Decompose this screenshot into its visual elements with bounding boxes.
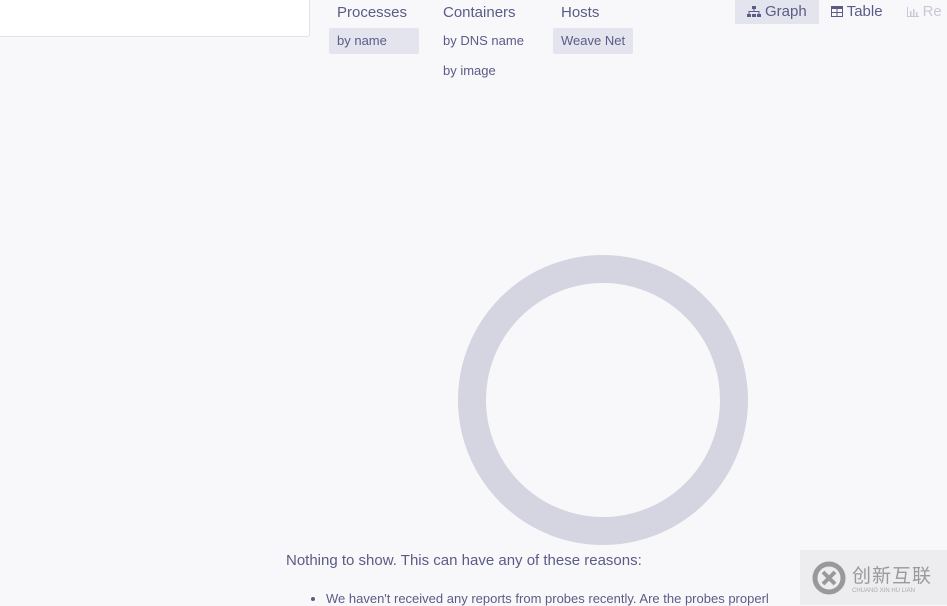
sub-topology-by-image[interactable]: by image (435, 58, 532, 84)
sub-topology-by-name[interactable]: by name (329, 28, 419, 54)
logo-icon (812, 561, 846, 594)
view-graph-button[interactable]: Graph (735, 0, 819, 24)
watermark-text: 创新互联 (852, 566, 933, 587)
sub-topology-by-dns-name[interactable]: by DNS name (435, 28, 532, 54)
watermark-logo: 创新互联 CHUANG XIN HU LIAN (800, 550, 947, 605)
topology-hosts-button[interactable]: Hosts (553, 0, 633, 25)
view-mode-selector: Graph Table Re (735, 0, 947, 24)
watermark-subtext: CHUANG XIN HU LIAN (852, 588, 916, 594)
topology-processes-button[interactable]: Processes (329, 0, 419, 25)
sitemap-icon (747, 5, 761, 17)
topology-containers-button[interactable]: Containers (435, 0, 532, 25)
topology-hosts: Hosts Weave Net (553, 0, 634, 54)
sub-topology-weave-net[interactable]: Weave Net (553, 28, 634, 54)
view-resources-label: Re (922, 3, 942, 20)
view-graph-label: Graph (765, 3, 807, 20)
table-icon (830, 6, 843, 17)
view-resources-button[interactable]: Re (895, 0, 947, 24)
reason-item: We haven't received any reports from pro… (326, 591, 800, 606)
chart-icon (906, 6, 919, 17)
view-table-button[interactable]: Table (819, 0, 895, 24)
loading-ring (458, 255, 748, 545)
empty-message: Nothing to show. This can have any of th… (286, 552, 642, 569)
search-bar[interactable] (0, 0, 310, 37)
reasons-list: We haven't received any reports from pro… (308, 591, 800, 606)
topology-containers: Containers by DNS name by image (435, 0, 532, 84)
view-table-label: Table (846, 3, 883, 20)
topology-processes: Processes by name (329, 0, 419, 54)
